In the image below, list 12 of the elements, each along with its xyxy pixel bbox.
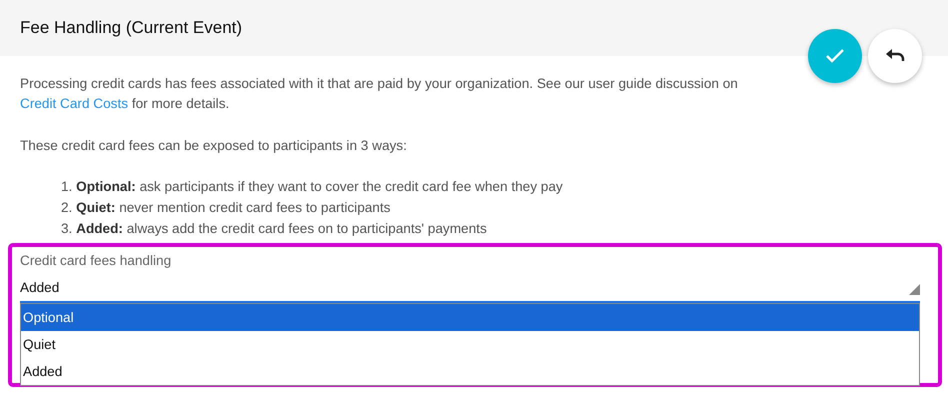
undo-icon: [885, 49, 905, 63]
list-item: 2. Quiet: never mention credit card fees to participants: [61, 199, 392, 217]
list-item: 1. Optional: ask participants if they want to cover the credit card fee when they pay: [61, 178, 564, 196]
dropdown-triangle-icon: [909, 284, 920, 295]
page-title: Fee Handling (Current Event): [20, 18, 242, 38]
field-label: Credit card fees handling: [20, 253, 172, 268]
list-item: 3. Added: always add the credit card fees on to participants' payments: [61, 220, 488, 238]
dropdown-option[interactable]: Optional: [21, 304, 919, 331]
intro-paragraph: Processing credit cards has fees associated with it that are paid by your organization. See our user guide discussion on Credit Card Costs for more details.: [20, 75, 739, 113]
checkmark-icon: [825, 48, 845, 64]
ways-intro-text: These credit card fees can be exposed to participants in 3 ways:: [20, 137, 408, 155]
undo-button[interactable]: [868, 29, 922, 83]
